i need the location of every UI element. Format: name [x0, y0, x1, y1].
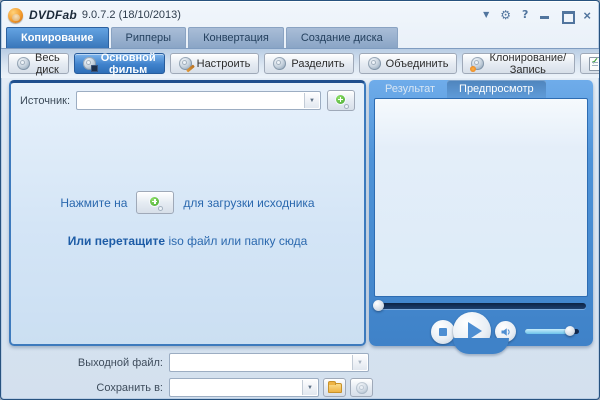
customize-button[interactable]: Настроить	[170, 53, 260, 74]
source-combobox[interactable]: ▼	[76, 91, 321, 110]
dropdown-arrow-icon[interactable]: ▼	[302, 380, 317, 395]
maximize-button[interactable]	[561, 9, 572, 22]
close-button[interactable]: ×	[583, 9, 591, 22]
seek-slider[interactable]	[376, 303, 586, 309]
disc-burn-icon	[471, 57, 484, 70]
main-movie-label: Основной фильм	[101, 52, 156, 76]
add-source-button[interactable]	[327, 90, 355, 111]
app-name: DVDFab	[29, 8, 77, 22]
source-panel: Источник: ▼ Нажмите на для загрузки ис	[9, 80, 366, 346]
output-file-label: Выходной файл:	[1, 357, 163, 369]
preview-tabs: Результат Предпросмотр	[373, 80, 546, 98]
output-file-row: Выходной файл: ▼	[1, 353, 369, 372]
disc-icon	[356, 382, 368, 394]
tab-result[interactable]: Результат	[373, 80, 447, 98]
tab-converter[interactable]: Конвертация	[188, 27, 284, 48]
dropzone-drag-rest: iso файл или папку сюда	[168, 234, 307, 248]
dropdown-arrow-icon[interactable]: ▼	[304, 93, 319, 108]
dropzone-drag-hint: Или перетащите iso файл или папку сюда	[11, 234, 364, 248]
volume-handle[interactable]	[565, 326, 575, 336]
save-to-input[interactable]	[173, 380, 300, 395]
dropzone-drag-bold: Или перетащите	[68, 234, 165, 248]
load-source-button[interactable]	[136, 191, 174, 214]
browse-folder-button[interactable]	[323, 378, 346, 397]
stop-button[interactable]	[431, 320, 455, 344]
dropzone-click-prefix: Нажмите на	[60, 196, 127, 210]
dvdfab-window: DVDFab 9.0.7.2 (18/10/2013) ▼ ⚙ ? × Копи…	[0, 0, 600, 400]
dvdfab-logo-icon	[8, 8, 23, 23]
burn-target-button[interactable]	[350, 378, 373, 397]
tab-copy[interactable]: Копирование	[6, 27, 109, 48]
seek-handle[interactable]	[373, 300, 384, 311]
task-queue-button[interactable]: Очередь задач	[580, 53, 600, 74]
folder-icon	[328, 383, 342, 393]
speaker-icon	[500, 326, 512, 338]
player-bottom-curve	[453, 338, 509, 354]
stop-icon	[439, 328, 447, 336]
source-row: Источник: ▼	[20, 90, 355, 111]
merge-button[interactable]: Объединить	[359, 53, 458, 74]
disc-edit-icon	[179, 57, 192, 70]
preview-panel: Результат Предпросмотр	[369, 80, 593, 346]
disc-merge-icon	[368, 57, 381, 70]
dropzone-click-suffix: для загрузки исходника	[183, 196, 314, 210]
help-icon[interactable]: ?	[522, 8, 528, 22]
save-to-row: Сохранить в: ▼	[1, 378, 373, 397]
skin-menu-icon[interactable]: ▼	[483, 8, 489, 22]
app-version: 9.0.7.2 (18/10/2013)	[82, 9, 181, 21]
plus-icon	[336, 95, 345, 104]
full-disc-label: Весь диск	[35, 52, 60, 76]
disc-split-icon	[273, 57, 286, 70]
main-movie-button[interactable]: Основной фильм	[74, 53, 165, 74]
main-tabs: Копирование Рипперы Конвертация Создание…	[6, 27, 398, 48]
save-to-label: Сохранить в:	[1, 382, 163, 394]
split-label: Разделить	[291, 58, 344, 70]
minimize-button[interactable]	[539, 9, 550, 22]
split-button[interactable]: Разделить	[264, 53, 353, 74]
source-input[interactable]	[80, 93, 302, 108]
preview-screen	[374, 98, 588, 297]
titlebar-buttons: ▼ ⚙ ? ×	[483, 8, 591, 22]
dropdown-arrow-icon[interactable]: ▼	[352, 355, 367, 370]
output-file-input[interactable]	[173, 355, 350, 370]
volume-slider[interactable]	[525, 329, 579, 334]
tab-preview[interactable]: Предпросмотр	[447, 80, 546, 98]
clone-burn-label: Клонирование/Запись	[489, 52, 566, 76]
merge-label: Объединить	[386, 58, 449, 70]
tab-create-disc[interactable]: Создание диска	[286, 27, 398, 48]
disc-film-icon	[83, 57, 96, 70]
source-label: Источник:	[20, 95, 70, 107]
plus-icon	[150, 197, 159, 206]
task-list-icon	[589, 57, 600, 71]
dropzone-click-hint: Нажмите на для загрузки исходника	[11, 191, 364, 214]
output-file-combobox[interactable]: ▼	[169, 353, 369, 372]
disc-icon	[17, 57, 30, 70]
tab-rippers[interactable]: Рипперы	[111, 27, 187, 48]
clone-burn-button[interactable]: Клонирование/Запись	[462, 53, 575, 74]
full-disc-button[interactable]: Весь диск	[8, 53, 69, 74]
save-to-combobox[interactable]: ▼	[169, 378, 319, 397]
volume-fill	[525, 329, 570, 334]
settings-gear-icon[interactable]: ⚙	[500, 8, 511, 22]
customize-label: Настроить	[197, 58, 251, 70]
titlebar: DVDFab 9.0.7.2 (18/10/2013) ▼ ⚙ ? ×	[1, 1, 599, 27]
toolbar: Весь диск Основной фильм Настроить Разде…	[1, 48, 599, 78]
